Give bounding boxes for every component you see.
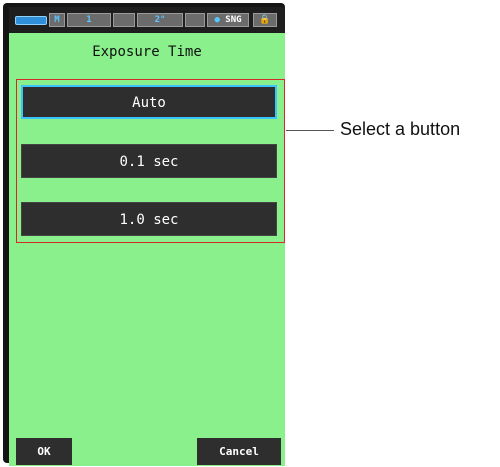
status-segment: [185, 13, 205, 27]
0-1-sec-button[interactable]: 0.1 sec: [21, 144, 277, 178]
measure-mode-label: SNG: [225, 15, 242, 25]
lock-icon: 🔒: [253, 13, 277, 27]
page-title: Exposure Time: [92, 44, 202, 60]
meter-device: M 1 2° ● SNG 🔒 Exposure Time Auto 0.1 se…: [3, 3, 285, 466]
angle-indicator: 2°: [137, 13, 183, 27]
callout-label: Select a button: [340, 119, 461, 139]
status-segment: [113, 13, 135, 27]
battery-icon: [15, 16, 47, 25]
ok-button[interactable]: OK: [16, 438, 72, 465]
device-screen: M 1 2° ● SNG 🔒 Exposure Time Auto 0.1 se…: [9, 7, 285, 466]
cancel-button[interactable]: Cancel: [197, 438, 281, 465]
measure-mode-indicator: ● SNG: [207, 13, 249, 27]
callout-line: [286, 130, 334, 131]
1-0-sec-button[interactable]: 1.0 sec: [21, 202, 277, 236]
auto-button[interactable]: Auto: [21, 85, 277, 119]
channel-indicator: 1: [67, 13, 111, 27]
mode-indicator: M: [49, 13, 65, 27]
status-bar: M 1 2° ● SNG 🔒: [9, 7, 285, 33]
circle-icon: ●: [214, 15, 220, 25]
